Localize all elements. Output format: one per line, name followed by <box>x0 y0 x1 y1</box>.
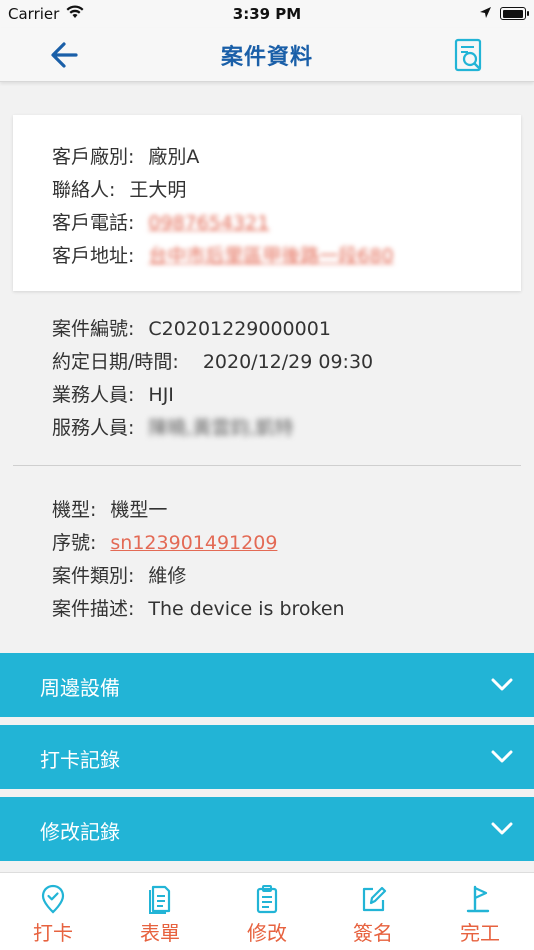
case-number-value: C20201229000001 <box>148 318 331 340</box>
customer-factory-row: 客戶廠別: 廠別A <box>52 142 199 169</box>
customer-factory-label: 客戶廠別: <box>52 146 135 168</box>
tab-label: 表單 <box>140 921 180 945</box>
phone-row: 客戶電話: 0987654321 <box>52 208 269 235</box>
description-label: 案件描述: <box>52 598 135 620</box>
phone-link[interactable]: 0987654321 <box>148 212 269 234</box>
accordion-checkin-records[interactable]: 打卡記錄 <box>0 725 534 789</box>
accordion-label: 打卡記錄 <box>40 748 120 772</box>
contact-value: 王大明 <box>129 179 187 201</box>
serial-label: 序號: <box>52 532 97 554</box>
model-value: 機型一 <box>110 499 168 521</box>
sales-label: 業務人員: <box>52 384 135 406</box>
bottom-tab-bar: 打卡 表單 修改 簽名 完工 <box>0 872 534 950</box>
tab-form[interactable]: 表單 <box>120 873 200 950</box>
service-staff-value: 陳曉,黃雲鈞,凱特 <box>148 417 294 439</box>
sales-value: HJI <box>148 384 174 406</box>
tab-edit[interactable]: 修改 <box>227 873 307 950</box>
service-staff-label: 服務人員: <box>52 417 135 439</box>
contact-row: 聯絡人: 王大明 <box>52 175 186 202</box>
case-number-label: 案件編號: <box>52 318 135 340</box>
case-type-value: 維修 <box>148 565 187 587</box>
document-search-icon[interactable] <box>452 36 488 74</box>
address-row: 客戶地址: 台中市后里區甲後路一段680 <box>52 241 394 268</box>
contact-label: 聯絡人: <box>52 179 116 201</box>
accordion-peripherals[interactable]: 周邊設備 <box>0 653 534 717</box>
tab-checkin[interactable]: 打卡 <box>13 873 93 950</box>
description-value: The device is broken <box>148 598 345 620</box>
location-pin-icon <box>41 884 65 914</box>
model-label: 機型: <box>52 499 97 521</box>
customer-factory-value: 廠別A <box>148 146 200 168</box>
status-bar: Carrier 3:39 PM <box>0 0 534 28</box>
accordion-label: 周邊設備 <box>40 676 120 700</box>
status-time: 3:39 PM <box>232 5 302 23</box>
appointment-value: 2020/12/29 09:30 <box>202 351 374 373</box>
chevron-down-icon <box>491 678 513 691</box>
appointment-row: 約定日期/時間: 2020/12/29 09:30 <box>52 347 373 374</box>
service-staff-row: 服務人員: 陳曉,黃雲鈞,凱特 <box>52 413 294 440</box>
tab-label: 修改 <box>247 921 287 945</box>
description-row: 案件描述: The device is broken <box>52 594 345 621</box>
nav-bar: 案件資料 <box>0 28 534 82</box>
chevron-down-icon <box>491 822 513 835</box>
sales-row: 業務人員: HJI <box>52 380 174 407</box>
accordion-label: 修改記錄 <box>40 820 120 844</box>
address-label: 客戶地址: <box>52 245 135 267</box>
tab-label: 完工 <box>460 921 500 945</box>
tab-signature[interactable]: 簽名 <box>333 873 413 950</box>
flag-icon <box>466 885 490 913</box>
edit-icon <box>362 886 387 912</box>
tab-label: 打卡 <box>33 921 73 945</box>
appointment-label: 約定日期/時間: <box>52 351 179 373</box>
accordion-edit-records[interactable]: 修改記錄 <box>0 797 534 861</box>
chevron-down-icon <box>491 750 513 763</box>
case-type-label: 案件類別: <box>52 565 135 587</box>
case-type-row: 案件類別: 維修 <box>52 561 186 588</box>
case-number-row: 案件編號: C20201229000001 <box>52 314 331 341</box>
tab-complete[interactable]: 完工 <box>440 873 520 950</box>
document-icon <box>149 885 171 914</box>
serial-row: 序號: sn123901491209 <box>52 528 277 555</box>
address-link[interactable]: 台中市后里區甲後路一段680 <box>148 241 393 268</box>
tab-label: 簽名 <box>353 921 393 945</box>
clipboard-icon <box>256 885 278 914</box>
battery-icon <box>500 7 529 20</box>
serial-link[interactable]: sn123901491209 <box>110 532 277 554</box>
phone-label: 客戶電話: <box>52 212 135 234</box>
location-arrow-icon <box>480 7 491 18</box>
model-row: 機型: 機型一 <box>52 495 167 522</box>
section-divider <box>13 465 521 466</box>
